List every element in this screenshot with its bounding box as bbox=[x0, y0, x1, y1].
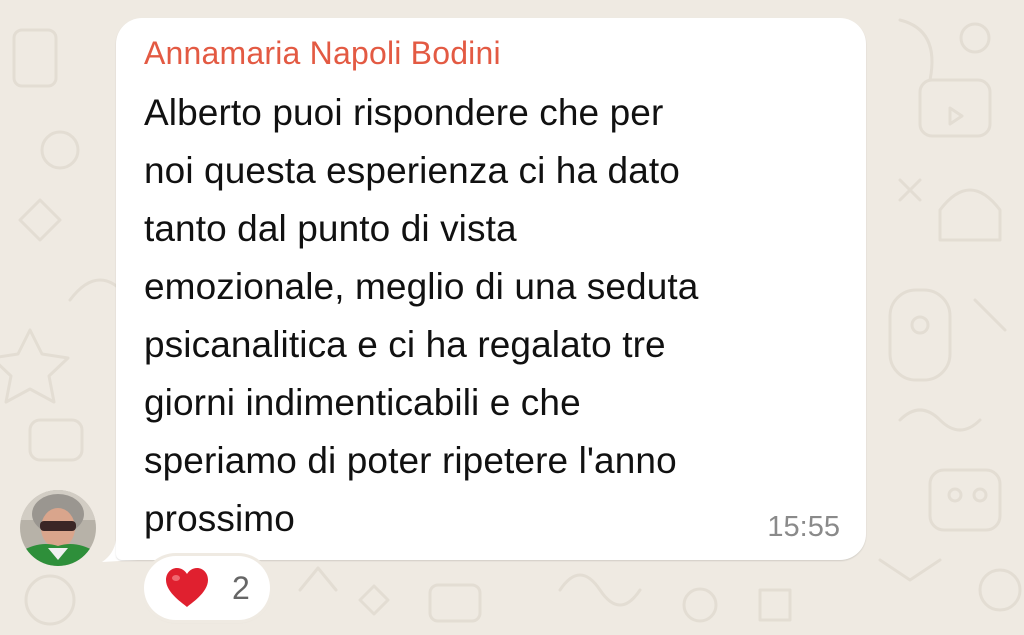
sender-avatar[interactable] bbox=[20, 490, 96, 566]
heart-icon bbox=[166, 568, 208, 607]
sender-name[interactable]: Annamaria Napoli Bodini bbox=[144, 35, 501, 72]
reaction-count: 2 bbox=[232, 570, 250, 606]
message-text: Alberto puoi rispondere che per noi ques… bbox=[144, 92, 699, 539]
reaction-pill[interactable]: 2 bbox=[144, 556, 270, 620]
avatar bbox=[20, 490, 96, 566]
message-timestamp: 15:55 bbox=[767, 511, 840, 543]
message-bubble[interactable]: Annamaria Napoli Bodini Alberto puoi ris… bbox=[116, 18, 866, 560]
